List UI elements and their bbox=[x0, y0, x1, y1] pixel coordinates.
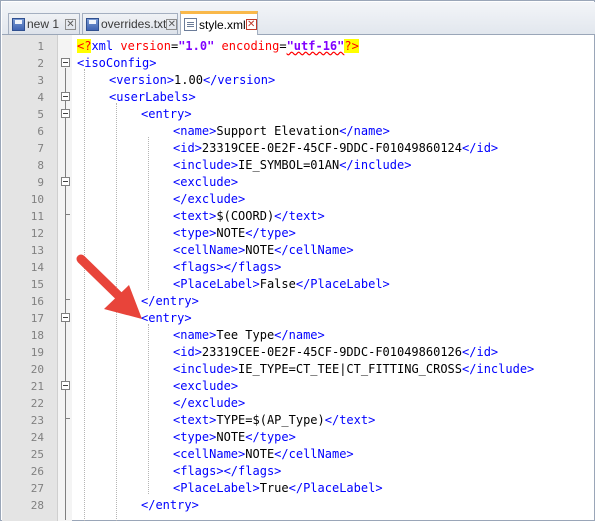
editor-window: new 1 ✕ overrides.txt ✕ style.xml ✕ 1 <?… bbox=[0, 0, 595, 521]
red-arrow-icon bbox=[76, 254, 142, 319]
